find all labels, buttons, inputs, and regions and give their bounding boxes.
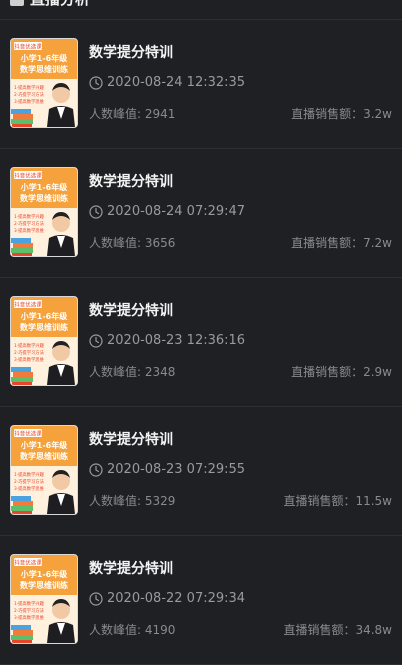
live-time-text: 2020-08-24 12:32:35 — [107, 75, 246, 90]
live-time-text: 2020-08-24 07:29:47 — [107, 204, 246, 219]
list-item[interactable]: 抖音优选课 小学1-6年级 数学思维训练 1·提高数学兴趣 2·巧提学习方法 3… — [0, 407, 402, 536]
thumbnail-bullet: 2·巧提学习方法 — [14, 607, 45, 614]
thumbnail-bullet: 3·提高数学思维 — [14, 356, 45, 363]
live-title: 数学提分特训 — [89, 303, 173, 319]
thumbnail-bullet: 3·提高数学思维 — [14, 614, 45, 621]
live-time-text: 2020-08-23 07:29:55 — [107, 462, 246, 477]
thumbnail-badge: 抖音优选课 — [14, 301, 42, 309]
clock-icon — [89, 333, 103, 348]
live-time-text: 2020-08-23 12:36:16 — [107, 333, 246, 348]
peak-viewers: 人数峰值: 3656 — [89, 236, 176, 250]
section-header: 直播分析 — [0, 0, 402, 20]
course-thumbnail[interactable]: 抖音优选课 小学1-6年级 数学思维训练 1·提高数学兴趣 2·巧提学习方法 3… — [10, 425, 78, 515]
clock-icon — [89, 462, 103, 477]
thumbnail-badge: 抖音优选课 — [14, 43, 42, 51]
live-sales: 直播销售额：2.9w — [291, 365, 392, 379]
live-sales: 直播销售额：34.8w — [283, 623, 392, 637]
list-item[interactable]: 抖音优选课 小学1-6年级 数学思维训练 1·提高数学兴趣 2·巧提学习方法 3… — [0, 278, 402, 407]
course-thumbnail[interactable]: 抖音优选课 小学1-6年级 数学思维训练 1·提高数学兴趣 2·巧提学习方法 3… — [10, 296, 78, 386]
live-time-text: 2020-08-22 07:29:34 — [107, 591, 246, 606]
thumbnail-badge: 抖音优选课 — [14, 430, 42, 438]
peak-viewers: 人数峰值: 2941 — [89, 107, 176, 121]
live-time: 2020-08-24 07:29:47 — [89, 204, 245, 219]
thumbnail-bullet: 2·巧提学习方法 — [14, 91, 45, 98]
thumbnail-line1: 小学1-6年级 — [20, 53, 68, 63]
thumbnail-line2: 数学思维训练 — [20, 322, 68, 332]
list-item[interactable]: 抖音优选课 小学1-6年级 数学思维训练 1·提高数学兴趣 2·巧提学习方法 3… — [0, 536, 402, 665]
clock-icon — [89, 75, 103, 90]
thumbnail-line1: 小学1-6年级 — [20, 569, 68, 579]
thumbnail-bullet: 1·提高数学兴趣 — [14, 471, 45, 478]
course-thumbnail[interactable]: 抖音优选课 小学1-6年级 数学思维训练 1·提高数学兴趣 2·巧提学习方法 3… — [10, 554, 78, 644]
section-title: 直播分析 — [30, 0, 90, 9]
live-title: 数学提分特训 — [89, 561, 173, 577]
live-title: 数学提分特训 — [89, 174, 173, 190]
thumbnail-line1: 小学1-6年级 — [20, 182, 68, 192]
thumbnail-line2: 数学思维训练 — [20, 64, 68, 74]
course-thumbnail[interactable]: 抖音优选课 小学1-6年级 数学思维训练 1·提高数学兴趣 2·巧提学习方法 3… — [10, 38, 78, 128]
peak-viewers: 人数峰值: 4190 — [89, 623, 176, 637]
thumbnail-bullet: 1·提高数学兴趣 — [14, 213, 45, 220]
thumbnail-bullet: 1·提高数学兴趣 — [14, 342, 45, 349]
thumbnail-line2: 数学思维训练 — [20, 451, 68, 461]
thumbnail-bullet: 2·巧提学习方法 — [14, 478, 45, 485]
thumbnail-bullet: 1·提高数学兴趣 — [14, 84, 45, 91]
live-sales: 直播销售额：11.5w — [283, 494, 392, 508]
live-sales: 直播销售额：3.2w — [291, 107, 392, 121]
live-title: 数学提分特训 — [89, 432, 173, 448]
thumbnail-badge: 抖音优选课 — [14, 559, 42, 567]
course-thumbnail[interactable]: 抖音优选课 小学1-6年级 数学思维训练 1·提高数学兴趣 2·巧提学习方法 3… — [10, 167, 78, 257]
clock-icon — [89, 591, 103, 606]
peak-viewers: 人数峰值: 2348 — [89, 365, 176, 379]
live-title: 数学提分特训 — [89, 45, 173, 61]
clock-icon — [89, 204, 103, 219]
thumbnail-line1: 小学1-6年级 — [20, 311, 68, 321]
thumbnail-line2: 数学思维训练 — [20, 193, 68, 203]
live-time: 2020-08-24 12:32:35 — [89, 75, 245, 90]
thumbnail-badge: 抖音优选课 — [14, 172, 42, 180]
live-time: 2020-08-23 12:36:16 — [89, 333, 245, 348]
thumbnail-line2: 数学思维训练 — [20, 580, 68, 590]
thumbnail-line1: 小学1-6年级 — [20, 440, 68, 450]
live-time: 2020-08-22 07:29:34 — [89, 591, 245, 606]
thumbnail-bullet: 3·提高数学思维 — [14, 485, 45, 492]
thumbnail-bullet: 1·提高数学兴趣 — [14, 600, 45, 607]
thumbnail-bullet: 2·巧提学习方法 — [14, 220, 45, 227]
peak-viewers: 人数峰值: 5329 — [89, 494, 176, 508]
list-item[interactable]: 抖音优选课 小学1-6年级 数学思维训练 1·提高数学兴趣 2·巧提学习方法 3… — [0, 20, 402, 149]
list-item[interactable]: 抖音优选课 小学1-6年级 数学思维训练 1·提高数学兴趣 2·巧提学习方法 3… — [0, 149, 402, 278]
document-icon — [10, 0, 24, 6]
thumbnail-bullet: 2·巧提学习方法 — [14, 349, 45, 356]
thumbnail-bullet: 3·提高数学思维 — [14, 98, 45, 105]
live-sales: 直播销售额：7.2w — [291, 236, 392, 250]
live-list: 抖音优选课 小学1-6年级 数学思维训练 1·提高数学兴趣 2·巧提学习方法 3… — [0, 20, 402, 665]
live-time: 2020-08-23 07:29:55 — [89, 462, 245, 477]
thumbnail-bullet: 3·提高数学思维 — [14, 227, 45, 234]
